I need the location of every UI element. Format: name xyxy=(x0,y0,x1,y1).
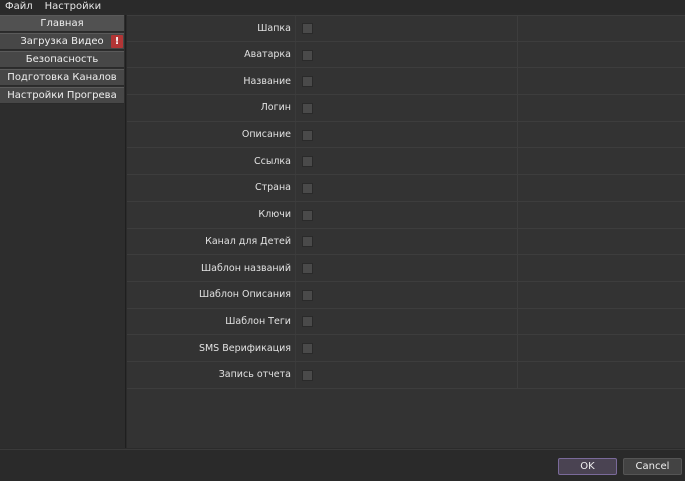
column-divider xyxy=(517,335,518,361)
column-divider xyxy=(295,148,296,175)
sidebar-item-channel-prep[interactable]: Подготовка Каналов xyxy=(0,69,124,86)
column-divider xyxy=(295,228,296,255)
sidebar-item-label: Безопасность xyxy=(25,54,99,65)
column-divider xyxy=(295,281,296,308)
column-divider xyxy=(517,95,518,121)
sidebar-item-label: Главная xyxy=(40,18,84,29)
row-checkbox[interactable] xyxy=(302,23,313,35)
form-row: Канал для Детей xyxy=(127,228,685,256)
menu-file[interactable]: Файл xyxy=(0,0,39,13)
row-label: Запись отчета xyxy=(218,369,291,381)
sidebar: Главная Загрузка Видео ! Безопасность По… xyxy=(0,15,126,448)
column-divider xyxy=(295,95,296,121)
column-divider xyxy=(295,361,296,388)
row-checkbox[interactable] xyxy=(302,316,313,328)
column-divider xyxy=(517,255,518,281)
row-checkbox[interactable] xyxy=(302,156,313,168)
row-label: SMS Верификация xyxy=(198,342,291,354)
sidebar-item-security[interactable]: Безопасность xyxy=(0,51,124,68)
form-row: Аватарка xyxy=(127,41,685,69)
column-divider xyxy=(517,228,518,255)
settings-form: Шапка Аватарка Название Логин Описание Ссылка… xyxy=(127,15,685,389)
row-label: Шапка xyxy=(257,22,291,34)
column-divider xyxy=(517,281,518,308)
menu-bar: Файл Настройки xyxy=(0,0,685,13)
column-divider xyxy=(517,68,518,95)
form-row: Шапка xyxy=(127,15,685,42)
column-divider xyxy=(517,148,518,175)
column-divider xyxy=(517,175,518,201)
sidebar-item-warmup-settings[interactable]: Настройки Прогрева xyxy=(0,87,124,104)
column-divider xyxy=(517,308,518,335)
cancel-button[interactable]: Cancel xyxy=(623,458,682,475)
column-divider xyxy=(295,68,296,95)
sidebar-item-label: Загрузка Видео xyxy=(20,36,104,47)
column-divider xyxy=(295,201,296,228)
column-divider xyxy=(517,361,518,388)
column-divider xyxy=(295,41,296,68)
form-row: Ссылка xyxy=(127,148,685,176)
row-checkbox[interactable] xyxy=(302,49,313,61)
form-row: Шаблон Описания xyxy=(127,281,685,309)
form-row: Запись отчета xyxy=(127,361,685,389)
form-row: Ключи xyxy=(127,201,685,229)
settings-panel: Шапка Аватарка Название Логин Описание Ссылка… xyxy=(127,15,685,448)
row-label: Страна xyxy=(254,182,291,194)
row-checkbox[interactable] xyxy=(302,369,313,381)
form-row: SMS Верификация xyxy=(127,335,685,362)
column-divider xyxy=(517,41,518,68)
column-divider xyxy=(517,121,518,148)
row-label: Описание xyxy=(241,129,291,141)
column-divider xyxy=(517,16,518,41)
form-row: Страна xyxy=(127,175,685,202)
row-checkbox[interactable] xyxy=(302,209,313,221)
form-row: Шаблон названий xyxy=(127,255,685,282)
row-label: Шаблон Описания xyxy=(199,289,291,301)
form-row: Шаблон Теги xyxy=(127,308,685,336)
row-label: Логин xyxy=(260,102,291,114)
ok-button[interactable]: OK xyxy=(558,458,617,475)
row-checkbox[interactable] xyxy=(302,343,313,355)
sidebar-item-label: Подготовка Каналов xyxy=(7,72,117,83)
form-row: Описание xyxy=(127,121,685,149)
dialog-footer: OK Cancel xyxy=(0,449,685,481)
row-checkbox[interactable] xyxy=(302,236,313,248)
sidebar-item-main[interactable]: Главная xyxy=(0,15,124,32)
sidebar-item-video-upload[interactable]: Загрузка Видео ! xyxy=(0,33,124,50)
row-label: Ссылка xyxy=(254,155,291,167)
column-divider xyxy=(295,335,296,361)
row-label: Шаблон названий xyxy=(200,262,291,274)
row-checkbox[interactable] xyxy=(302,263,313,275)
form-row: Логин xyxy=(127,95,685,122)
row-checkbox[interactable] xyxy=(302,289,313,301)
row-label: Канал для Детей xyxy=(205,235,291,247)
row-checkbox[interactable] xyxy=(302,76,313,88)
column-divider xyxy=(295,16,296,41)
warning-icon: ! xyxy=(111,35,123,48)
row-label: Аватарка xyxy=(244,49,291,61)
row-checkbox[interactable] xyxy=(302,129,313,141)
row-checkbox[interactable] xyxy=(302,102,313,114)
sidebar-item-label: Настройки Прогрева xyxy=(7,90,117,101)
column-divider xyxy=(295,121,296,148)
column-divider xyxy=(517,201,518,228)
menu-settings[interactable]: Настройки xyxy=(39,0,107,13)
row-label: Название xyxy=(243,75,291,87)
column-divider xyxy=(295,255,296,281)
form-row: Название xyxy=(127,68,685,96)
column-divider xyxy=(295,175,296,201)
row-label: Шаблон Теги xyxy=(225,315,291,327)
row-label: Ключи xyxy=(258,209,291,221)
column-divider xyxy=(295,308,296,335)
row-checkbox[interactable] xyxy=(302,182,313,194)
